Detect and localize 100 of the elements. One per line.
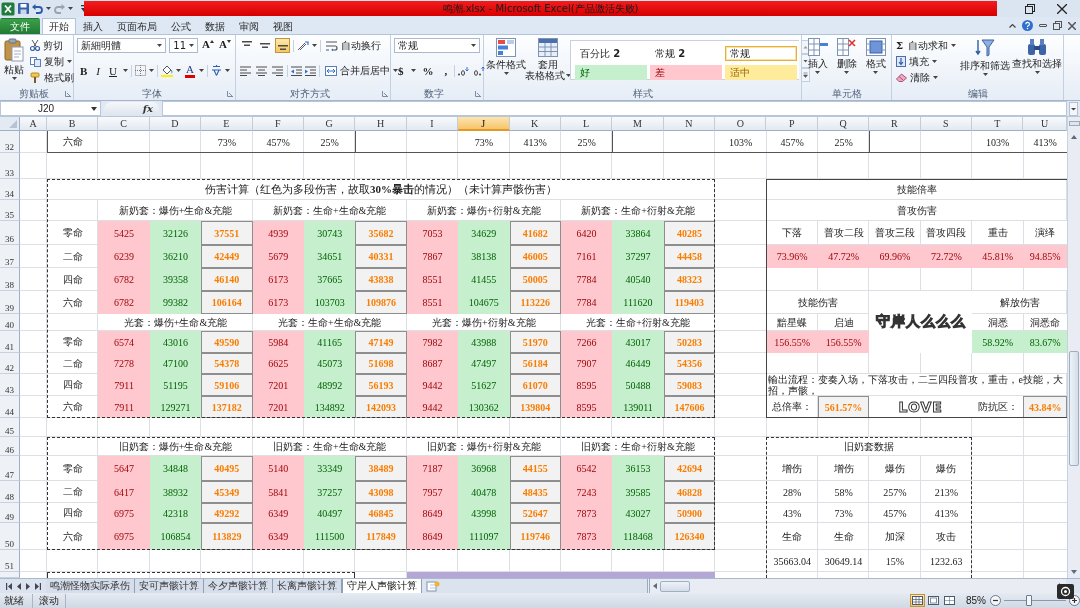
row-header[interactable]: 45 — [0, 418, 20, 437]
fill-button[interactable]: 填充 — [894, 54, 959, 69]
column-header[interactable]: C — [98, 117, 150, 131]
dialog-launcher-icon[interactable] — [227, 90, 233, 97]
close-icon[interactable] — [1057, 3, 1067, 14]
dialog-launcher-icon[interactable] — [382, 90, 388, 97]
formula-input[interactable] — [162, 101, 1067, 116]
ribbon-tab[interactable]: 页面布局 — [110, 18, 164, 34]
zoom-level[interactable]: 85% — [966, 595, 986, 606]
dialog-launcher-icon[interactable] — [65, 90, 71, 97]
caret-icon[interactable] — [189, 44, 195, 47]
name-box[interactable]: J20 — [0, 101, 101, 116]
slider-thumb[interactable] — [1025, 595, 1032, 606]
next-sheet-icon[interactable] — [25, 582, 30, 590]
column-header[interactable]: R — [869, 117, 921, 131]
caret-icon[interactable] — [982, 73, 988, 76]
ribbon-tab[interactable]: 公式 — [164, 18, 198, 34]
sheet-tab[interactable]: 长离声骸计算 — [273, 579, 342, 593]
row-header[interactable]: 46 — [0, 437, 20, 456]
fill-color-icon[interactable] — [160, 64, 173, 77]
caret-icon[interactable] — [157, 44, 163, 47]
ribbon-tab[interactable]: 审阅 — [232, 18, 266, 34]
caret-icon[interactable] — [471, 44, 476, 47]
column-header[interactable]: B — [47, 117, 99, 131]
column-header[interactable]: M — [612, 117, 664, 131]
last-sheet-icon[interactable] — [34, 582, 41, 590]
caret-icon[interactable] — [11, 77, 17, 80]
first-sheet-icon[interactable] — [5, 582, 12, 590]
horizontal-scrollbar[interactable] — [647, 579, 1066, 593]
caret-icon[interactable] — [175, 69, 181, 72]
font-style-button[interactable]: I — [93, 63, 103, 78]
help-icon[interactable] — [1022, 20, 1033, 31]
minimize-icon[interactable] — [1039, 24, 1047, 27]
column-header[interactable]: D — [149, 117, 202, 131]
grow-font-button[interactable]: A — [201, 38, 216, 53]
column-header[interactable]: P — [766, 117, 818, 131]
page-layout-button[interactable] — [926, 594, 941, 607]
caret-icon[interactable] — [1034, 71, 1040, 74]
caret-icon[interactable] — [148, 69, 154, 72]
ribbon-tab[interactable]: 插入 — [76, 18, 110, 34]
ribbon-tab[interactable]: 视图 — [266, 18, 300, 34]
insert-function-button[interactable]: fx — [141, 103, 154, 114]
align-right-icon[interactable] — [272, 65, 283, 76]
column-header[interactable]: E — [201, 117, 253, 131]
cell-style-item[interactable]: 好 — [575, 65, 647, 80]
scrollbar-thumb[interactable] — [1069, 351, 1079, 466]
caret-icon[interactable] — [393, 69, 398, 72]
phonetic-guide-icon[interactable] — [210, 65, 222, 76]
cell-style-item[interactable]: 差 — [650, 65, 722, 80]
sheet-tab[interactable]: 鸣潮怪物实际承伤 — [46, 579, 135, 593]
caret-icon[interactable] — [873, 71, 878, 74]
conditional-formatting-button[interactable]: 条件格式 — [486, 37, 526, 87]
row-header[interactable]: 41 — [0, 331, 20, 353]
split-handle-icon[interactable] — [1068, 121, 1080, 126]
caret-icon[interactable] — [951, 44, 957, 47]
scrollbar-thumb[interactable] — [660, 580, 690, 592]
row-header[interactable]: 42 — [0, 353, 20, 374]
insert-button[interactable]: 插入 — [804, 37, 831, 87]
align-left-icon[interactable] — [240, 65, 251, 76]
column-header[interactable]: L — [560, 117, 613, 131]
caret-icon[interactable] — [312, 44, 317, 47]
font-size-field[interactable]: 11 — [169, 38, 199, 53]
row-header[interactable]: 38 — [0, 268, 20, 291]
column-header[interactable]: I — [406, 117, 459, 131]
ribbon-tab[interactable]: 开始 — [42, 18, 76, 34]
scroll-left-icon[interactable] — [653, 583, 657, 589]
font-color-button[interactable]: A — [183, 63, 196, 78]
wrap-text-button[interactable]: 自动换行 — [324, 38, 383, 53]
increase-indent-icon[interactable] — [305, 65, 316, 76]
caret-icon[interactable] — [46, 7, 51, 10]
format-button[interactable]: 格式 — [862, 37, 889, 87]
vertical-scrollbar[interactable] — [1067, 117, 1080, 578]
shrink-font-button[interactable]: A — [218, 38, 232, 53]
row-header[interactable]: 50 — [0, 523, 20, 550]
chevron-up-icon[interactable] — [1009, 23, 1016, 28]
undo-icon[interactable] — [32, 3, 43, 14]
decrease-decimal-icon[interactable] — [473, 65, 486, 76]
caret-icon[interactable] — [815, 71, 820, 74]
row-header[interactable]: 47 — [0, 456, 20, 481]
normal-view-button[interactable] — [910, 594, 925, 607]
sort-filter-button[interactable]: 排序和筛选 — [960, 37, 1011, 87]
number-format-button[interactable]: % — [418, 63, 438, 78]
caret-icon[interactable] — [503, 72, 509, 75]
caret-icon[interactable] — [844, 71, 849, 74]
dialog-launcher-icon[interactable] — [475, 90, 481, 97]
find-select-button[interactable]: 查找和选择 — [1012, 37, 1063, 87]
caret-icon[interactable] — [198, 69, 204, 72]
caret-icon[interactable] — [933, 76, 938, 79]
row-header[interactable]: 44 — [0, 396, 20, 418]
row-header[interactable]: 48 — [0, 481, 20, 503]
row-header[interactable]: 35 — [0, 200, 20, 221]
more-icon[interactable] — [801, 68, 810, 82]
row-header[interactable]: 33 — [0, 153, 20, 179]
column-header[interactable]: O — [715, 117, 767, 131]
border-icon[interactable] — [134, 65, 146, 76]
sheet-tab[interactable]: 今夕声骸计算 — [204, 579, 273, 593]
caret-icon[interactable] — [68, 7, 73, 10]
row-header[interactable]: 36 — [0, 221, 20, 245]
caret-icon[interactable] — [122, 69, 128, 72]
format-painter-button[interactable]: 格式刷 — [28, 70, 76, 85]
